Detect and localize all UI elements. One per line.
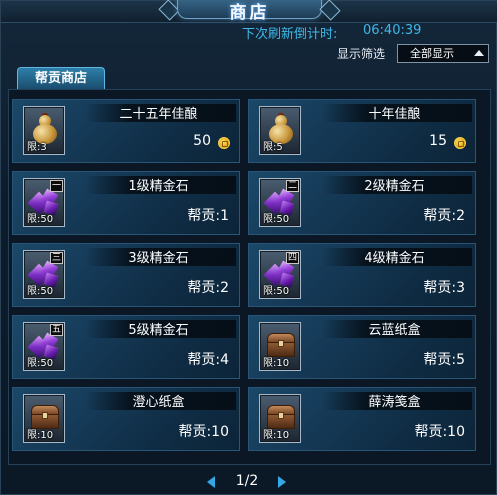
item-price: 50 — [193, 133, 211, 149]
item-price: 帮贡:10 — [178, 424, 229, 440]
shop-item-card[interactable]: 限:10 云蓝纸盒 帮贡:5 — [248, 315, 476, 379]
item-name: 澄心纸盒 — [132, 395, 185, 410]
item-slot[interactable]: 五 限:50 — [23, 322, 65, 371]
item-grid-panel: 限:3 二十五年佳酿 50 限:5 十年佳酿 15 一 限:50 1级精金石 帮… — [8, 89, 491, 465]
gold-coin-icon — [454, 137, 466, 149]
item-slot[interactable]: 限:10 — [259, 394, 301, 443]
item-price: 帮贡:3 — [423, 280, 465, 296]
purchase-limit: 限:50 — [263, 214, 290, 225]
shop-item-card[interactable]: 限:5 十年佳酿 15 — [248, 99, 476, 163]
item-name: 二十五年佳酿 — [119, 107, 198, 122]
purchase-limit: 限:50 — [27, 214, 54, 225]
filter-selected-value: 全部显示 — [410, 47, 454, 60]
grade-badge: 二 — [286, 180, 299, 192]
shop-item-card[interactable]: 限:3 二十五年佳酿 50 — [12, 99, 240, 163]
item-name: 云蓝纸盒 — [368, 323, 421, 338]
shop-item-card[interactable]: 五 限:50 5级精金石 帮贡:4 — [12, 315, 240, 379]
grade-badge: 四 — [286, 252, 299, 264]
item-name: 5级精金石 — [128, 323, 189, 338]
shop-item-card[interactable]: 一 限:50 1级精金石 帮贡:1 — [12, 171, 240, 235]
purchase-limit: 限:3 — [27, 142, 47, 153]
shop-item-card[interactable]: 四 限:50 4级精金石 帮贡:3 — [248, 243, 476, 307]
item-slot[interactable]: 二 限:50 — [259, 178, 301, 227]
refresh-countdown-time: 06:40:39 — [363, 23, 422, 38]
next-page-icon[interactable] — [278, 476, 286, 488]
shop-window: 商店 下次刷新倒计时: 06:40:39 显示筛选 全部显示 帮贡商店 限:3 … — [0, 0, 497, 495]
item-slot[interactable]: 三 限:50 — [23, 250, 65, 299]
item-price: 帮贡:5 — [423, 352, 465, 368]
dropdown-arrow-icon[interactable] — [474, 50, 484, 56]
shop-item-card[interactable]: 三 限:50 3级精金石 帮贡:2 — [12, 243, 240, 307]
item-price: 帮贡:2 — [187, 280, 229, 296]
item-name: 4级精金石 — [364, 251, 425, 266]
filter-dropdown[interactable]: 全部显示 — [397, 44, 489, 63]
purchase-limit: 限:10 — [263, 358, 290, 369]
shop-item-card[interactable]: 限:10 澄心纸盒 帮贡:10 — [12, 387, 240, 451]
prev-page-icon[interactable] — [207, 476, 215, 488]
item-name: 十年佳酿 — [368, 107, 421, 122]
grade-badge: 一 — [50, 180, 63, 192]
item-name: 1级精金石 — [128, 179, 189, 194]
filter-label: 显示筛选 — [337, 47, 386, 61]
page-title: 商店 — [229, 3, 270, 23]
item-price: 帮贡:10 — [414, 424, 465, 440]
refresh-countdown-label: 下次刷新倒计时: — [242, 27, 338, 42]
item-slot[interactable]: 限:3 — [23, 106, 65, 155]
item-name: 2级精金石 — [364, 179, 425, 194]
item-slot[interactable]: 限:10 — [23, 394, 65, 443]
purchase-limit: 限:50 — [27, 358, 54, 369]
purchase-limit: 限:10 — [27, 430, 54, 441]
shop-item-card[interactable]: 二 限:50 2级精金石 帮贡:2 — [248, 171, 476, 235]
item-slot[interactable]: 一 限:50 — [23, 178, 65, 227]
item-price: 帮贡:2 — [423, 208, 465, 224]
grade-badge: 三 — [50, 252, 63, 264]
purchase-limit: 限:50 — [27, 286, 54, 297]
purchase-limit: 限:10 — [263, 430, 290, 441]
item-price: 帮贡:4 — [187, 352, 229, 368]
item-name: 薛涛笺盒 — [368, 395, 421, 410]
page-indicator: 1/2 — [235, 473, 259, 489]
gold-coin-icon — [218, 137, 230, 149]
item-slot[interactable]: 限:5 — [259, 106, 301, 155]
shop-item-card[interactable]: 限:10 薛涛笺盒 帮贡:10 — [248, 387, 476, 451]
grade-badge: 五 — [50, 324, 63, 336]
item-slot[interactable]: 四 限:50 — [259, 250, 301, 299]
tab-guild-shop[interactable]: 帮贡商店 — [17, 67, 105, 89]
item-name: 3级精金石 — [128, 251, 189, 266]
item-price: 15 — [429, 133, 447, 149]
pagination: 1/2 — [1, 472, 497, 492]
item-price: 帮贡:1 — [187, 208, 229, 224]
purchase-limit: 限:5 — [263, 142, 283, 153]
purchase-limit: 限:50 — [263, 286, 290, 297]
item-slot[interactable]: 限:10 — [259, 322, 301, 371]
